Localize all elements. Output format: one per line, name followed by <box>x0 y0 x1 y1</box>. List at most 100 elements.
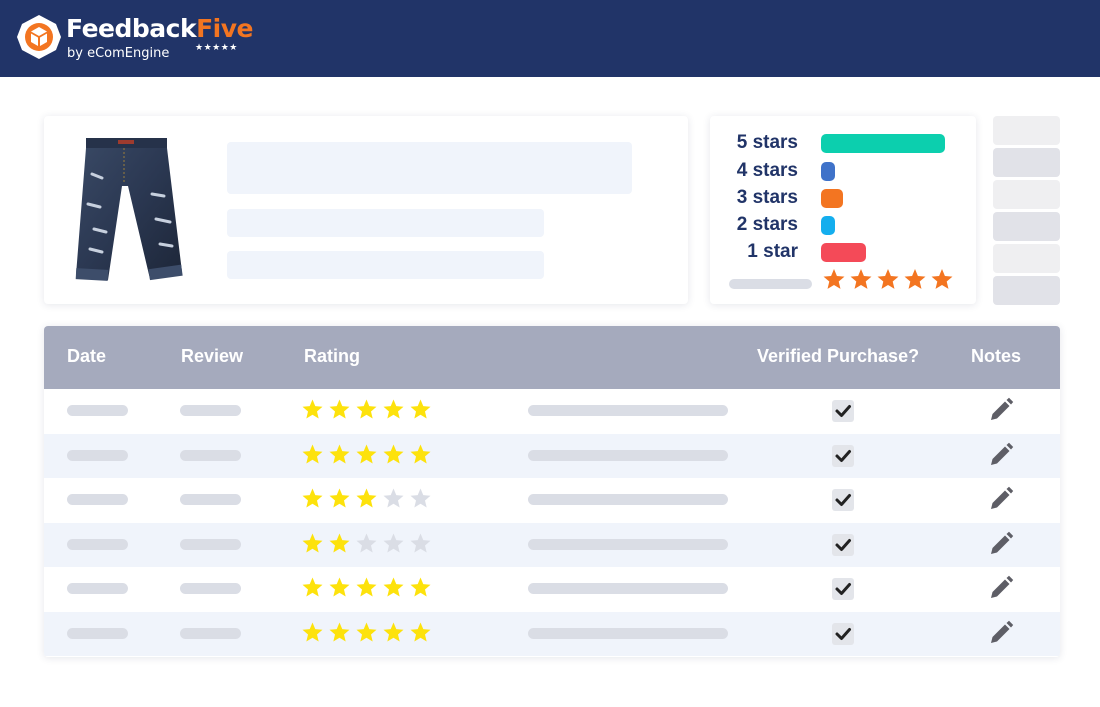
checkmark-icon <box>835 494 851 506</box>
side-placeholder-block <box>993 180 1060 209</box>
star-filled-icon <box>329 577 350 597</box>
review-placeholder <box>180 583 241 594</box>
star-filled-icon <box>383 399 404 419</box>
checkmark-icon <box>835 449 851 462</box>
table-row[interactable] <box>44 567 1060 612</box>
review-text-placeholder <box>528 449 728 461</box>
product-title-placeholder <box>227 142 632 194</box>
side-placeholder-block <box>993 148 1060 177</box>
pencil-icon[interactable] <box>988 575 1014 601</box>
table-header: Date Review Rating Verified Purchase? No… <box>44 326 1060 389</box>
distribution-bar <box>821 243 866 262</box>
star-filled-icon <box>302 622 323 641</box>
verified-purchase-checkbox[interactable] <box>832 400 854 422</box>
product-detail-placeholder <box>227 209 544 237</box>
review-text-placeholder <box>528 494 728 505</box>
rating-stars <box>302 488 431 508</box>
side-placeholder-block <box>993 116 1060 145</box>
rating-stars <box>302 577 431 597</box>
star-filled-icon <box>329 399 350 419</box>
star-filled-icon <box>850 269 872 289</box>
column-header-rating[interactable]: Rating <box>304 326 360 386</box>
star-filled-icon <box>383 577 404 597</box>
star-filled-icon <box>329 444 350 463</box>
star-filled-icon <box>356 444 377 463</box>
star-filled-icon <box>931 269 953 289</box>
star-empty-icon <box>356 533 377 552</box>
review-text-placeholder <box>528 538 728 550</box>
review-placeholder <box>180 538 241 550</box>
distribution-label: 3 stars <box>736 187 798 208</box>
column-header-review[interactable]: Review <box>181 326 243 386</box>
star-filled-icon <box>356 399 377 419</box>
rating-stars <box>302 444 431 463</box>
distribution-row-3: 3 stars <box>710 186 976 210</box>
distribution-label: 1 star <box>747 241 798 262</box>
star-filled-icon <box>410 622 431 641</box>
star-filled-icon <box>302 444 323 463</box>
rating-stars <box>302 399 431 419</box>
pencil-icon[interactable] <box>988 531 1014 557</box>
column-header-notes[interactable]: Notes <box>971 326 1021 386</box>
table-row[interactable] <box>44 611 1060 656</box>
distribution-row-2: 2 stars <box>710 213 976 237</box>
star-filled-icon <box>904 269 926 289</box>
star-filled-icon <box>356 622 377 641</box>
table-row[interactable] <box>44 522 1060 567</box>
review-placeholder <box>180 627 241 639</box>
brand-tagline-stars: ★★★★★ <box>195 43 238 53</box>
average-rating-placeholder <box>729 279 812 289</box>
star-empty-icon <box>383 488 404 508</box>
column-header-date[interactable]: Date <box>67 326 106 386</box>
star-filled-icon <box>383 444 404 463</box>
distribution-label: 2 stars <box>736 214 798 235</box>
pencil-icon[interactable] <box>988 620 1014 646</box>
star-filled-icon <box>302 533 323 552</box>
distribution-row-5: 5 stars <box>710 131 976 155</box>
date-placeholder <box>67 627 128 639</box>
star-filled-icon <box>383 622 404 641</box>
star-empty-icon <box>410 488 431 508</box>
verified-purchase-checkbox[interactable] <box>832 489 854 511</box>
app-header: FeedbackFive by eComEngine ★★★★★ <box>0 0 1100 77</box>
verified-purchase-checkbox[interactable] <box>832 444 854 467</box>
review-text-placeholder <box>528 583 728 594</box>
star-filled-icon <box>823 269 845 289</box>
date-placeholder <box>67 449 128 461</box>
review-text-placeholder <box>528 405 728 416</box>
date-placeholder <box>67 538 128 550</box>
table-row[interactable] <box>44 433 1060 478</box>
pencil-icon[interactable] <box>988 397 1014 423</box>
table-row[interactable] <box>44 389 1060 434</box>
side-placeholder-block <box>993 276 1060 305</box>
distribution-label: 4 stars <box>736 160 798 181</box>
average-rating-stars <box>823 269 953 289</box>
pencil-icon[interactable] <box>988 486 1014 512</box>
distribution-row-1: 1 star <box>710 240 976 264</box>
distribution-bar <box>821 189 843 208</box>
star-filled-icon <box>302 577 323 597</box>
verified-purchase-checkbox[interactable] <box>832 578 854 600</box>
star-filled-icon <box>329 488 350 508</box>
table-row[interactable] <box>44 478 1060 523</box>
verified-purchase-checkbox[interactable] <box>832 622 854 645</box>
star-filled-icon <box>302 488 323 508</box>
checkmark-icon <box>835 583 851 595</box>
star-filled-icon <box>356 488 377 508</box>
verified-purchase-checkbox[interactable] <box>832 533 854 556</box>
side-placeholder-block <box>993 212 1060 241</box>
checkmark-icon <box>835 627 851 640</box>
checkmark-icon <box>835 538 851 551</box>
review-placeholder <box>180 449 241 461</box>
column-header-verified-purchase[interactable]: Verified Purchase? <box>757 326 919 386</box>
star-filled-icon <box>410 399 431 419</box>
product-detail-placeholder <box>227 251 544 279</box>
pencil-icon[interactable] <box>988 442 1014 468</box>
review-text-placeholder <box>528 627 728 639</box>
date-placeholder <box>67 583 128 594</box>
rating-stars <box>302 533 431 552</box>
star-filled-icon <box>356 577 377 597</box>
checkmark-icon <box>835 405 851 417</box>
rating-stars <box>302 622 431 641</box>
date-placeholder <box>67 405 128 416</box>
